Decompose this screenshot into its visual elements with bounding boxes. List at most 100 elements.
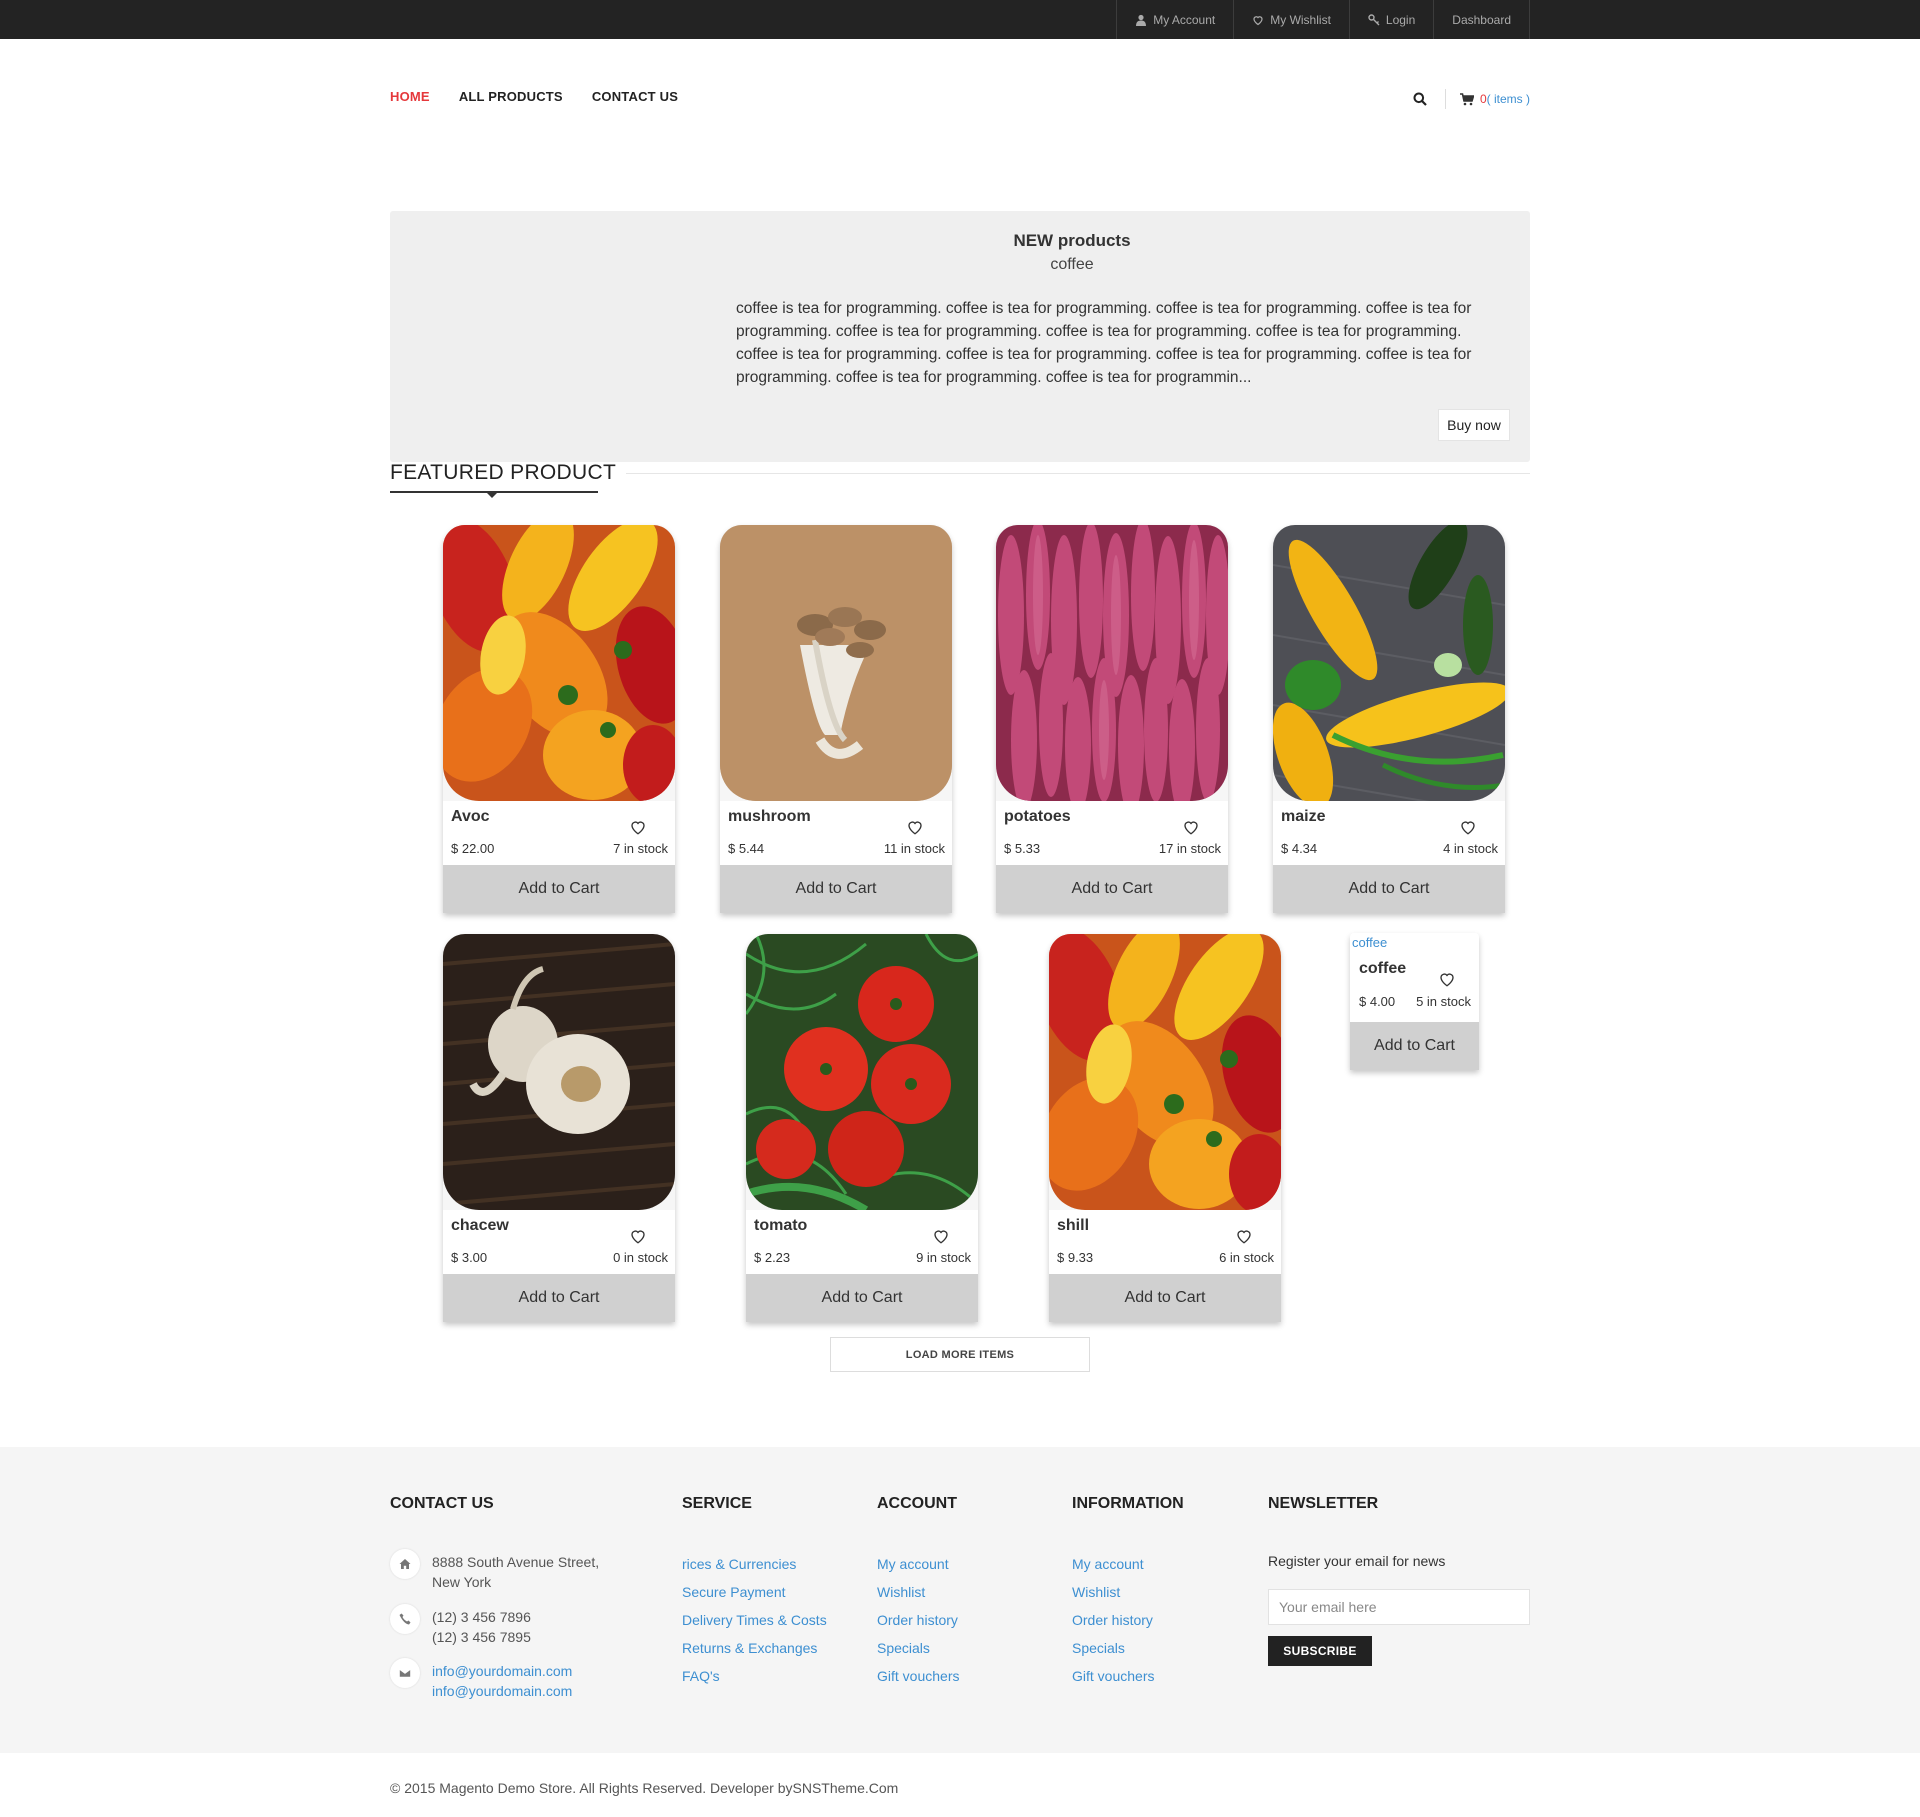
product-name[interactable]: chacew — [451, 1217, 509, 1235]
my-account-link[interactable]: My Account — [1117, 0, 1235, 39]
product-card[interactable]: mushroom $ 5.44 11 in stock Add to Cart — [720, 525, 952, 913]
search-button[interactable] — [1409, 88, 1431, 110]
product-image[interactable] — [443, 934, 675, 1210]
wishlist-heart-icon[interactable] — [906, 818, 924, 836]
envelope-icon — [390, 1658, 420, 1688]
product-image[interactable] — [1273, 525, 1505, 801]
my-wishlist-link[interactable]: My Wishlist — [1234, 0, 1350, 39]
nav-home[interactable]: HOME — [390, 89, 430, 104]
add-to-cart-button[interactable]: Add to Cart — [996, 865, 1228, 913]
product-image[interactable] — [996, 525, 1228, 801]
wishlist-heart-icon[interactable] — [1182, 818, 1200, 836]
footer-service-title: SERVICE — [682, 1495, 752, 1512]
product-name[interactable]: Avoc — [451, 808, 490, 826]
my-wishlist-label: My Wishlist — [1270, 12, 1331, 27]
dashboard-link[interactable]: Dashboard — [1434, 0, 1530, 39]
product-card[interactable]: tomato $ 2.23 9 in stock Add to Cart — [746, 934, 978, 1322]
add-to-cart-button[interactable]: Add to Cart — [1273, 865, 1505, 913]
corn-image — [1273, 525, 1505, 801]
product-stock: 0 in stock — [613, 1250, 668, 1265]
garlic-image — [443, 934, 675, 1210]
subscribe-button[interactable]: SUBSCRIBE — [1268, 1636, 1372, 1666]
login-label: Login — [1385, 12, 1416, 27]
service-link[interactable]: Secure Payment — [682, 1578, 827, 1606]
email-link[interactable]: info@yourdomain.com — [432, 1661, 572, 1681]
product-image[interactable] — [443, 525, 675, 801]
add-to-cart-button[interactable]: Add to Cart — [746, 1274, 978, 1322]
product-name[interactable]: tomato — [754, 1217, 807, 1235]
information-link[interactable]: Wishlist — [1072, 1578, 1154, 1606]
product-name[interactable]: maize — [1281, 808, 1325, 826]
information-links: My account Wishlist Order history Specia… — [1072, 1550, 1154, 1690]
key-icon — [1368, 13, 1380, 25]
product-card[interactable]: maize $ 4.34 4 in stock Add to Cart — [1273, 525, 1505, 913]
home-icon — [390, 1549, 420, 1579]
phone-number: (12) 3 456 7895 — [432, 1629, 531, 1645]
product-card[interactable]: chacew $ 3.00 0 in stock Add to Cart — [443, 934, 675, 1322]
product-price: $ 5.44 — [728, 841, 765, 856]
nav-contact-us[interactable]: CONTACT US — [592, 89, 678, 104]
information-link[interactable]: My account — [1072, 1550, 1154, 1578]
service-links: rices & Currencies Secure Payment Delive… — [682, 1550, 827, 1690]
service-link[interactable]: Returns & Exchanges — [682, 1634, 827, 1662]
email-link[interactable]: info@yourdomain.com — [432, 1681, 572, 1701]
load-more-button[interactable]: LOAD MORE ITEMS — [830, 1337, 1090, 1372]
wishlist-heart-icon[interactable] — [1459, 818, 1477, 836]
information-link[interactable]: Gift vouchers — [1072, 1662, 1154, 1690]
product-card[interactable]: shill $ 9.33 6 in stock Add to Cart — [1049, 934, 1281, 1322]
login-link[interactable]: Login — [1350, 0, 1435, 39]
product-price: $ 9.33 — [1057, 1250, 1094, 1265]
add-to-cart-button[interactable]: Add to Cart — [443, 1274, 675, 1322]
account-link[interactable]: Wishlist — [877, 1578, 959, 1606]
header-tools: 0( items ) — [1409, 88, 1530, 110]
broken-image-alt[interactable]: coffee — [1352, 935, 1387, 950]
product-card[interactable]: potatoes $ 5.33 17 in stock Add to Cart — [996, 525, 1228, 913]
contact-address: 8888 South Avenue Street, New York — [390, 1549, 599, 1592]
product-stock: 6 in stock — [1219, 1250, 1274, 1265]
product-price: $ 4.34 — [1281, 841, 1318, 856]
service-link[interactable]: FAQ's — [682, 1662, 827, 1690]
wishlist-heart-icon[interactable] — [1438, 970, 1456, 988]
account-link[interactable]: Gift vouchers — [877, 1662, 959, 1690]
add-to-cart-button[interactable]: Add to Cart — [720, 865, 952, 913]
wishlist-heart-icon[interactable] — [1235, 1227, 1253, 1245]
information-link[interactable]: Order history — [1072, 1606, 1154, 1634]
mushroom-image — [720, 525, 952, 801]
add-to-cart-button[interactable]: Add to Cart — [1350, 1022, 1479, 1070]
product-name[interactable]: coffee — [1359, 960, 1406, 978]
service-link[interactable]: rices & Currencies — [682, 1550, 827, 1578]
wishlist-heart-icon[interactable] — [629, 818, 647, 836]
nav-all-products[interactable]: ALL PRODUCTS — [459, 89, 563, 104]
information-link[interactable]: Specials — [1072, 1634, 1154, 1662]
wishlist-heart-icon[interactable] — [932, 1227, 950, 1245]
account-link[interactable]: My account — [877, 1550, 959, 1578]
product-image[interactable] — [746, 934, 978, 1210]
heart-icon — [1253, 15, 1263, 25]
add-to-cart-button[interactable]: Add to Cart — [1049, 1274, 1281, 1322]
product-image[interactable] — [720, 525, 952, 801]
product-stock: 9 in stock — [916, 1250, 971, 1265]
footer-contact-title: CONTACT US — [390, 1495, 494, 1512]
product-name[interactable]: potatoes — [1004, 808, 1071, 826]
product-card-no-image[interactable]: coffee coffee $ 4.00 5 in stock Add to C… — [1350, 933, 1479, 1070]
product-image[interactable] — [1049, 934, 1281, 1210]
cart-count: 0 — [1479, 92, 1487, 106]
service-link[interactable]: Delivery Times & Costs — [682, 1606, 827, 1634]
search-icon — [1413, 92, 1427, 106]
cart-button[interactable]: 0( items ) — [1459, 92, 1530, 106]
product-stock: 11 in stock — [883, 841, 945, 856]
footer-account-title: ACCOUNT — [877, 1495, 957, 1512]
wishlist-heart-icon[interactable] — [629, 1227, 647, 1245]
buy-now-button[interactable]: Buy now — [1438, 409, 1510, 441]
product-name[interactable]: mushroom — [728, 808, 811, 826]
account-link[interactable]: Order history — [877, 1606, 959, 1634]
account-links: My account Wishlist Order history Specia… — [877, 1550, 959, 1690]
newsletter-email-input[interactable] — [1268, 1589, 1530, 1625]
hero-subtitle: coffee — [1050, 256, 1094, 273]
dashboard-label: Dashboard — [1452, 12, 1511, 27]
hero-description: coffee is tea for programming. coffee is… — [736, 300, 1472, 386]
product-name[interactable]: shill — [1057, 1217, 1089, 1235]
account-link[interactable]: Specials — [877, 1634, 959, 1662]
product-card[interactable]: Avoc $ 22.00 7 in stock Add to Cart — [443, 525, 675, 913]
add-to-cart-button[interactable]: Add to Cart — [443, 865, 675, 913]
